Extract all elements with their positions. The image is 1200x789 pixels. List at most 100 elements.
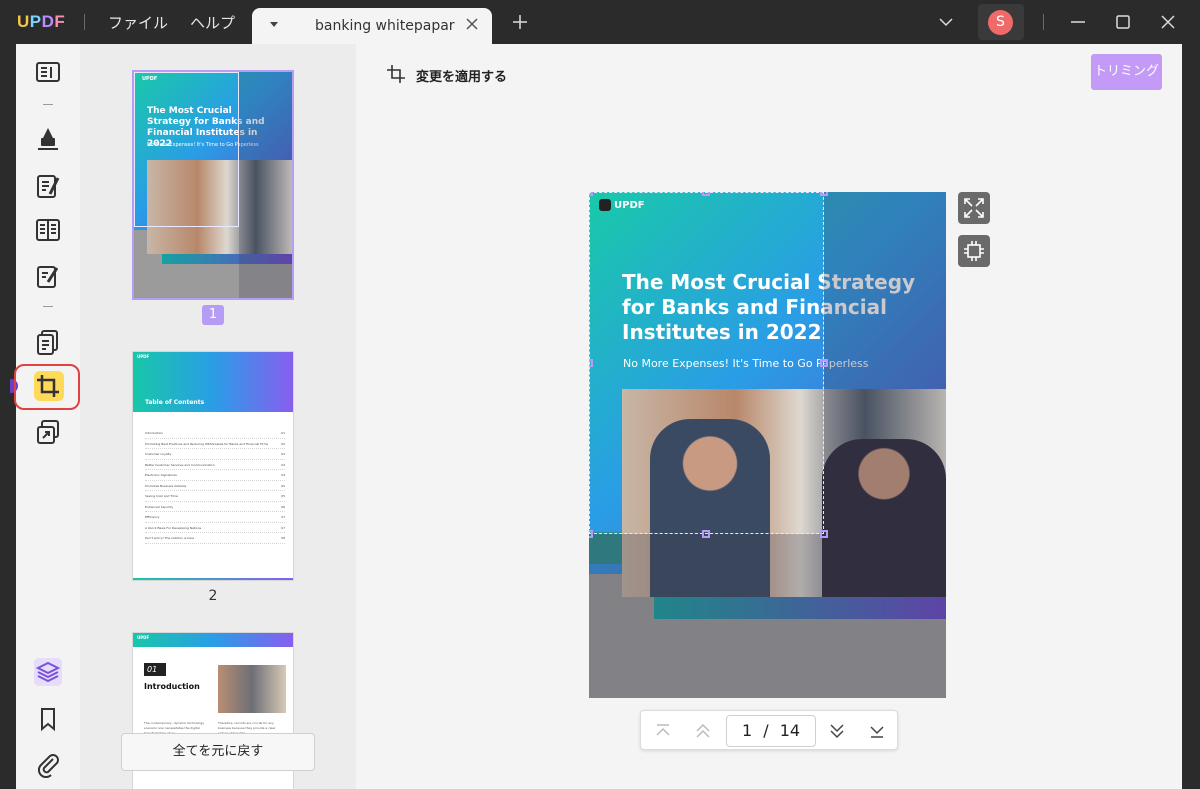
tab-title: banking whitepapar: [315, 18, 455, 34]
toc-row: Electronic Signatures 04: [145, 470, 285, 481]
bookmark-icon[interactable]: [34, 705, 62, 733]
reset-all-button[interactable]: 全てを元に戻す: [121, 733, 315, 771]
thumb-intro-photo: [218, 665, 286, 713]
crop-handle-left[interactable]: [589, 359, 593, 367]
toc-label: Enhanced Security: [145, 504, 174, 509]
page-number-field[interactable]: 1 / 14: [726, 715, 816, 747]
toc-page: 08: [281, 536, 285, 540]
toc-label: Don't worry! The solution is here: [145, 536, 195, 540]
layers-icon[interactable]: [34, 658, 62, 686]
crop-dim-bottom: [589, 534, 824, 698]
crop-handle-bottom-left[interactable]: [589, 530, 593, 538]
thumb-header-band: [133, 633, 293, 647]
toc-label: Electronic Signatures: [145, 473, 177, 477]
previous-page-icon[interactable]: [693, 721, 713, 741]
crop-handle-top-left[interactable]: [589, 192, 593, 196]
toc-row: Promoting Best Practices and Reducing Wi…: [145, 439, 285, 449]
toc-page: 04: [281, 473, 285, 477]
auto-crop-button[interactable]: [958, 235, 990, 267]
tab-dropdown-icon[interactable]: [270, 22, 278, 27]
toc-label: Customer Loyalty: [145, 452, 172, 456]
expand-icon: [964, 198, 984, 218]
maximize-icon[interactable]: [1113, 12, 1133, 32]
toc-row: Enhanced Security 06: [145, 502, 285, 512]
reader-icon[interactable]: [34, 59, 62, 87]
toc-row: Don't worry! The solution is here 08: [145, 533, 285, 544]
toc-label: Better Customer Services and Communicati…: [145, 462, 215, 467]
thumb-footer-band: [133, 578, 293, 580]
page-thumbnail-2[interactable]: UPDF Table of Contents Introduction 01 Pro…: [132, 351, 294, 581]
crop-handle-top-right[interactable]: [820, 192, 828, 196]
toc-page: 07: [281, 525, 285, 530]
total-pages: 14: [779, 721, 801, 740]
toc-page: 01: [281, 431, 285, 435]
crop-handle-bottom[interactable]: [702, 530, 710, 538]
trim-button[interactable]: トリミング: [1091, 54, 1162, 90]
thumb-logo: UPDF: [137, 354, 150, 359]
account-button[interactable]: S: [978, 4, 1024, 40]
toc-label: Efficiency: [145, 515, 160, 519]
page-layout-icon[interactable]: [34, 216, 62, 244]
menu-file[interactable]: ファイル: [108, 12, 168, 33]
crop-handle-top[interactable]: [702, 192, 710, 196]
thumb-toc-heading: Table of Contents: [145, 399, 205, 406]
title-bar: UPDF ファイル ヘルプ banking whitepapar S: [0, 0, 1200, 44]
organize-pages-icon[interactable]: [34, 328, 62, 356]
new-tab-icon[interactable]: [512, 14, 528, 30]
first-page-icon[interactable]: [653, 721, 673, 741]
toc-row: Promotes Business Globally 05: [145, 481, 285, 491]
crop-selection-box[interactable]: [589, 192, 824, 534]
tool-sidebar: [10, 44, 80, 789]
crop-apply-icon: [387, 65, 405, 83]
convert-icon[interactable]: [34, 418, 62, 446]
last-page-icon[interactable]: [867, 721, 887, 741]
page-thumbnail-1[interactable]: UPDF The Most Crucial Strategy for Banks…: [132, 70, 294, 300]
title-separator: [1043, 14, 1044, 30]
toc-label: Introduction: [145, 431, 164, 435]
document-tab[interactable]: banking whitepapar: [252, 8, 492, 44]
thumbnail-panel: UPDF The Most Crucial Strategy for Banks…: [80, 44, 356, 789]
sign-icon[interactable]: [34, 262, 62, 290]
toc-row: Better Customer Services and Communicati…: [145, 460, 285, 470]
thumb-chapter-number: 01: [144, 663, 166, 676]
updf-window: UPDF ファイル ヘルプ banking whitepapar S UPDF …: [0, 0, 1200, 789]
avatar[interactable]: S: [988, 10, 1013, 35]
toc-row: Saving Cost and Time 05: [145, 491, 285, 502]
toc-row: Efficiency 07: [145, 512, 285, 523]
toc-page: 02: [281, 441, 285, 446]
crop-handle-right[interactable]: [820, 359, 828, 367]
highlighter-icon[interactable]: [34, 124, 62, 152]
apply-changes-label: 変更を適用する: [416, 70, 508, 85]
thumb-logo: UPDF: [137, 635, 150, 640]
tool-separator: [43, 104, 53, 105]
crop-workspace: 変更を適用する トリミング UPDF The Most Crucial Stra…: [356, 44, 1200, 789]
toc-row: Introduction 01: [145, 428, 285, 439]
page-separator: /: [763, 721, 769, 740]
close-tab-icon[interactable]: [464, 16, 480, 32]
fit-page-button[interactable]: [958, 192, 990, 224]
menu-help[interactable]: ヘルプ: [190, 12, 235, 33]
attachment-icon[interactable]: [34, 750, 62, 779]
next-page-icon[interactable]: [827, 721, 847, 741]
toc-row: A Quick Basis For Developing Nations 07: [145, 523, 285, 533]
chevron-down-icon[interactable]: [936, 12, 956, 32]
app-logo: UPDF: [17, 12, 66, 31]
crop-handle-bottom-right[interactable]: [820, 530, 828, 538]
toc-label: A Quick Basis For Developing Nations: [145, 525, 202, 530]
toc-page: 05: [281, 483, 285, 488]
window-edge: [1182, 44, 1200, 789]
close-window-icon[interactable]: [1158, 12, 1178, 32]
toc-page: 07: [281, 515, 285, 519]
toc-label: Saving Cost and Time: [145, 494, 178, 498]
thumb-crop-dim: [239, 72, 292, 298]
crop-page-preview: UPDF The Most Crucial Strategy for Banks…: [589, 192, 946, 698]
title-separator: [84, 14, 85, 30]
page-number-badge: 1: [202, 305, 224, 325]
toc-page: 06: [281, 504, 285, 509]
tool-separator: [43, 306, 53, 307]
minimize-icon[interactable]: [1068, 12, 1088, 32]
current-page: 1: [741, 721, 753, 740]
crop-margins-icon: [964, 241, 984, 261]
edit-text-icon[interactable]: [34, 172, 62, 200]
thumb-crop-outline: [134, 72, 239, 227]
